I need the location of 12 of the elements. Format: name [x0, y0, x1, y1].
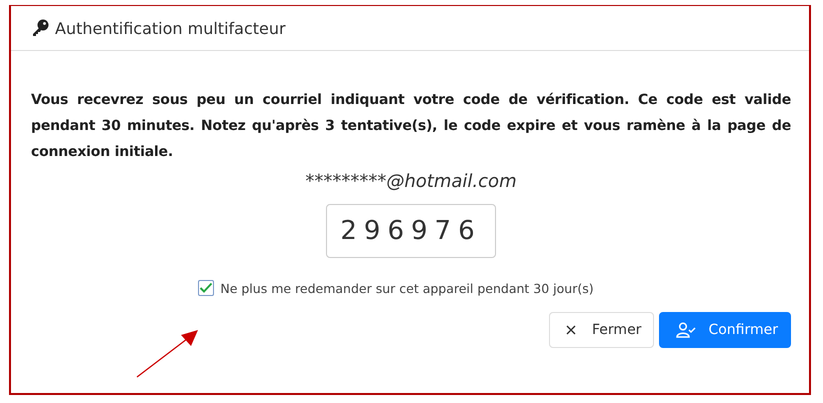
- message-text: Vous recevrez sous peu un courriel indiquant votre code de vérification. Ce code est valide pendant 30 minutes. Notez qu'après 3 tentative(s), le code expire et vous ramène à la page de connexion initiale.: [31, 91, 791, 162]
- code-field[interactable]: 296976: [326, 204, 496, 258]
- key-icon: [31, 19, 49, 37]
- remember-checkbox[interactable]: [198, 280, 214, 296]
- confirm-button[interactable]: Confirmer: [659, 312, 791, 348]
- close-icon: [566, 325, 576, 335]
- email-text: *********@hotmail.com: [304, 171, 518, 192]
- dialog-title: Authentification multifacteur: [55, 18, 286, 38]
- remember-label: Ne plus me redemander sur cet appareil pendant 30 jour(s): [220, 280, 594, 296]
- user-check-icon: [676, 322, 696, 338]
- close-button[interactable]: Fermer: [549, 312, 654, 348]
- annotation-arrow: [135, 327, 201, 379]
